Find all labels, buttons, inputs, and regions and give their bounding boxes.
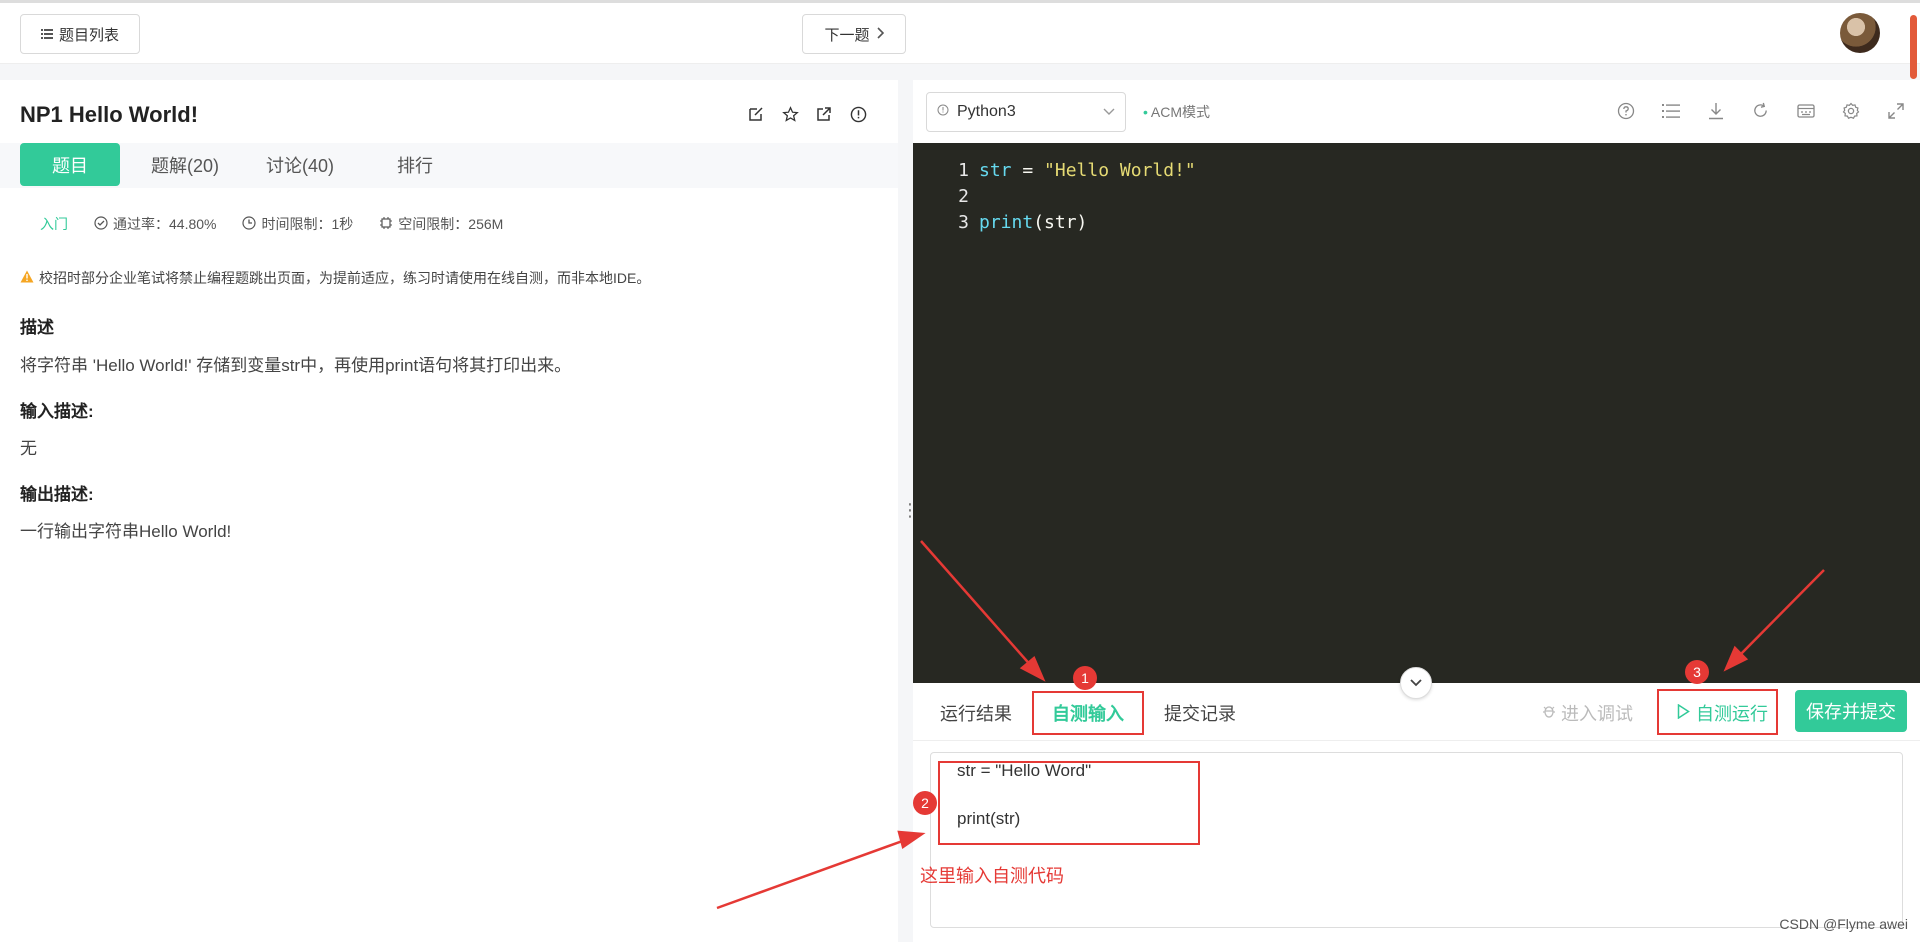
- code-editor[interactable]: 1 str = "Hello World!" 2 3 print (str): [913, 143, 1920, 683]
- code-line: 1 str = "Hello World!": [913, 157, 1196, 183]
- space-limit-text: 空间限制：256M: [398, 216, 504, 232]
- code-line: 3 print (str): [913, 209, 1087, 235]
- chevron-right-icon: [876, 26, 884, 43]
- line-number: 2: [958, 185, 969, 207]
- code-line: 2: [913, 183, 979, 209]
- notice-text: 校招时部分企业笔试将禁止编程题跳出页面，为提前适应，练习时请使用在线自测，而非本…: [39, 270, 651, 286]
- star-icon[interactable]: [780, 104, 800, 124]
- check-circle-icon: [94, 215, 108, 233]
- info-small-icon: [937, 103, 949, 121]
- code-panel: Python3 • ACM模式 1 str = "Hello World!" 2…: [913, 80, 1920, 942]
- problem-panel: NP1 Hello World! 题目 题解(20) 讨论(40) 排行 入门 …: [0, 80, 898, 942]
- description-heading: 描述: [20, 318, 54, 337]
- tab-run-result[interactable]: 运行结果: [940, 697, 1012, 729]
- title-actions: [746, 104, 868, 124]
- code-token-op: =: [1011, 159, 1045, 181]
- download-icon[interactable]: [1705, 100, 1726, 121]
- description-text: 将字符串 'Hello World!' 存储到变量str中，再使用print语句…: [20, 356, 572, 375]
- reset-icon[interactable]: [1750, 100, 1771, 121]
- pass-rate: 通过率：44.80%: [94, 214, 216, 234]
- chevron-down-icon: [1103, 103, 1115, 121]
- fullscreen-icon[interactable]: [1885, 100, 1906, 121]
- warning-icon: [20, 270, 34, 286]
- time-limit: 时间限制：1秒: [242, 214, 353, 234]
- step-badge-1: 1: [1073, 666, 1097, 690]
- page-scrollbar[interactable]: [1910, 15, 1917, 79]
- notice: 校招时部分企业笔试将禁止编程题跳出页面，为提前适应，练习时请使用在线自测，而非本…: [20, 268, 650, 288]
- problem-list-label: 题目列表: [58, 26, 119, 44]
- code-token-args: (str): [1033, 211, 1088, 233]
- debug-button[interactable]: 进入调试: [1541, 697, 1633, 729]
- acm-mode-label: ACM模式: [1150, 104, 1211, 120]
- highlight-box-input-tab: [1032, 691, 1144, 735]
- pass-rate-text: 通过率：44.80%: [113, 216, 217, 232]
- tab-problem[interactable]: 题目: [20, 143, 120, 186]
- next-label: 下一题: [824, 26, 870, 44]
- highlight-box-input-code: [938, 761, 1200, 845]
- language-label: Python3: [957, 103, 1016, 120]
- tab-discussion[interactable]: 讨论(40): [250, 143, 350, 186]
- settings-icon[interactable]: [1840, 100, 1861, 121]
- language-select[interactable]: Python3: [926, 92, 1126, 132]
- chip-icon: [379, 216, 393, 233]
- line-number: 1: [958, 159, 969, 181]
- space-limit: 空间限制：256M: [379, 214, 503, 234]
- list-icon: [40, 26, 53, 43]
- editor-toolbar: [1615, 100, 1906, 121]
- info-icon[interactable]: [848, 104, 868, 124]
- help-icon[interactable]: [1615, 100, 1636, 121]
- avatar[interactable]: [1840, 13, 1880, 53]
- code-token-string: "Hello World!": [1044, 159, 1196, 181]
- problem-title: NP1 Hello World!: [20, 102, 199, 127]
- top-bar: 题目列表 下一题: [0, 0, 1920, 79]
- acm-mode[interactable]: • ACM模式: [1143, 102, 1210, 122]
- code-token-var: str: [979, 159, 1012, 181]
- highlight-box-run-button: [1657, 689, 1778, 735]
- mode-dot-icon: •: [1143, 104, 1148, 120]
- input-text: 无: [20, 439, 37, 458]
- next-problem-button[interactable]: 下一题: [802, 14, 906, 54]
- watermark: CSDN @Flyme awei: [1779, 916, 1908, 932]
- output-text: 一行输出字符串Hello World!: [20, 522, 232, 541]
- tab-submission-records[interactable]: 提交记录: [1164, 697, 1236, 729]
- bug-icon: [1541, 703, 1557, 724]
- keyboard-icon[interactable]: [1795, 100, 1816, 121]
- console-tabs: 运行结果 自测输入 提交记录 进入调试 自测运行 保存并提交 1 3: [913, 660, 1920, 741]
- annotation-text: 这里输入自测代码: [920, 866, 1064, 886]
- problem-tabs: 题目 题解(20) 讨论(40) 排行: [0, 143, 898, 188]
- input-heading: 输入描述:: [20, 402, 94, 421]
- external-link-icon[interactable]: [814, 104, 834, 124]
- edit-icon[interactable]: [746, 104, 766, 124]
- step-badge-3: 3: [1685, 660, 1709, 684]
- tab-ranking[interactable]: 排行: [365, 143, 465, 186]
- save-submit-button[interactable]: 保存并提交: [1795, 690, 1907, 732]
- code-token-fn: print: [979, 211, 1034, 233]
- problem-meta: 入门 通过率：44.80% 时间限制：1秒 空间限制：256M: [40, 214, 503, 234]
- tab-solutions[interactable]: 题解(20): [135, 143, 235, 186]
- debug-label: 进入调试: [1561, 704, 1633, 724]
- clock-icon: [242, 215, 257, 233]
- problem-list-button[interactable]: 题目列表: [20, 14, 140, 54]
- list-view-icon[interactable]: [1660, 100, 1681, 121]
- time-limit-text: 时间限制：1秒: [261, 216, 354, 232]
- output-heading: 输出描述:: [20, 485, 94, 504]
- difficulty-label: 入门: [40, 216, 68, 232]
- step-badge-2: 2: [913, 791, 937, 815]
- line-number: 3: [958, 211, 969, 233]
